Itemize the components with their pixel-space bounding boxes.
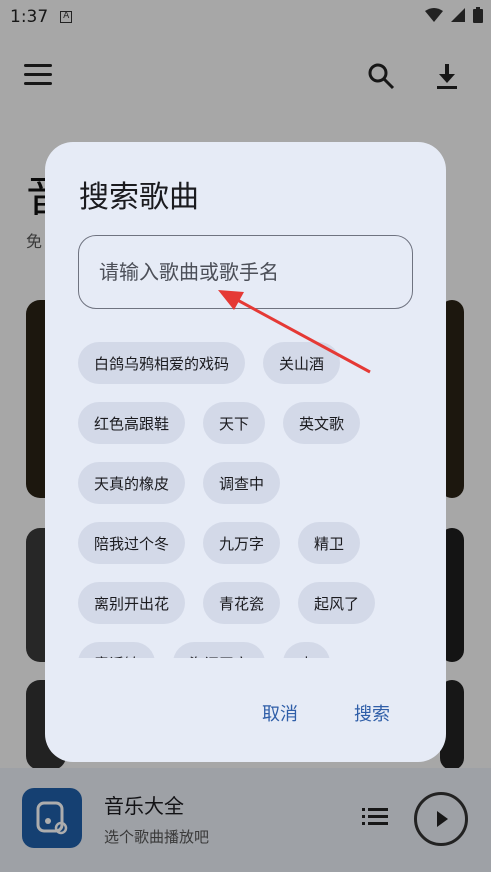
song-chip[interactable]: 九万字 — [203, 522, 281, 564]
song-chip[interactable]: 天真的橡皮 — [78, 462, 186, 504]
suggestion-chips: 白鸽乌鸦相爱的戏码 关山酒 红色高跟鞋 天下 英文歌 天真的橡皮 调查中 陪我过… — [78, 342, 418, 658]
chip-row: 红色高跟鞋 天下 英文歌 — [78, 402, 418, 444]
chip-row: 童话镇 海阔天空 点 — [78, 642, 418, 658]
search-dialog: 搜索歌曲 白鸽乌鸦相爱的戏码 关山酒 红色高跟鞋 天下 英文歌 天真的橡皮 调查… — [45, 142, 446, 762]
chip-row: 天真的橡皮 调查中 — [78, 462, 418, 504]
song-chip[interactable]: 海阔天空 — [173, 642, 266, 658]
search-input[interactable] — [78, 235, 413, 309]
dialog-title: 搜索歌曲 — [79, 180, 199, 215]
song-chip[interactable]: 童话镇 — [78, 642, 156, 658]
song-chip[interactable]: 陪我过个冬 — [78, 522, 186, 564]
song-chip[interactable]: 离别开出花 — [78, 582, 186, 624]
song-chip[interactable]: 关山酒 — [263, 342, 341, 384]
song-chip[interactable]: 天下 — [203, 402, 266, 444]
song-chip[interactable]: 点 — [283, 642, 331, 658]
song-chip[interactable]: 调查中 — [203, 462, 281, 504]
chip-row: 离别开出花 青花瓷 起风了 — [78, 582, 418, 624]
song-chip[interactable]: 起风了 — [298, 582, 376, 624]
song-chip[interactable]: 青花瓷 — [203, 582, 281, 624]
chip-row: 白鸽乌鸦相爱的戏码 关山酒 — [78, 342, 418, 384]
song-chip[interactable]: 精卫 — [298, 522, 361, 564]
dialog-actions: 取消 搜索 — [262, 700, 390, 726]
chip-row: 陪我过个冬 九万字 精卫 — [78, 522, 418, 564]
song-chip[interactable]: 红色高跟鞋 — [78, 402, 186, 444]
song-chip[interactable]: 英文歌 — [283, 402, 361, 444]
cancel-button[interactable]: 取消 — [262, 700, 298, 726]
song-chip[interactable]: 白鸽乌鸦相爱的戏码 — [78, 342, 246, 384]
search-button[interactable]: 搜索 — [354, 700, 390, 726]
